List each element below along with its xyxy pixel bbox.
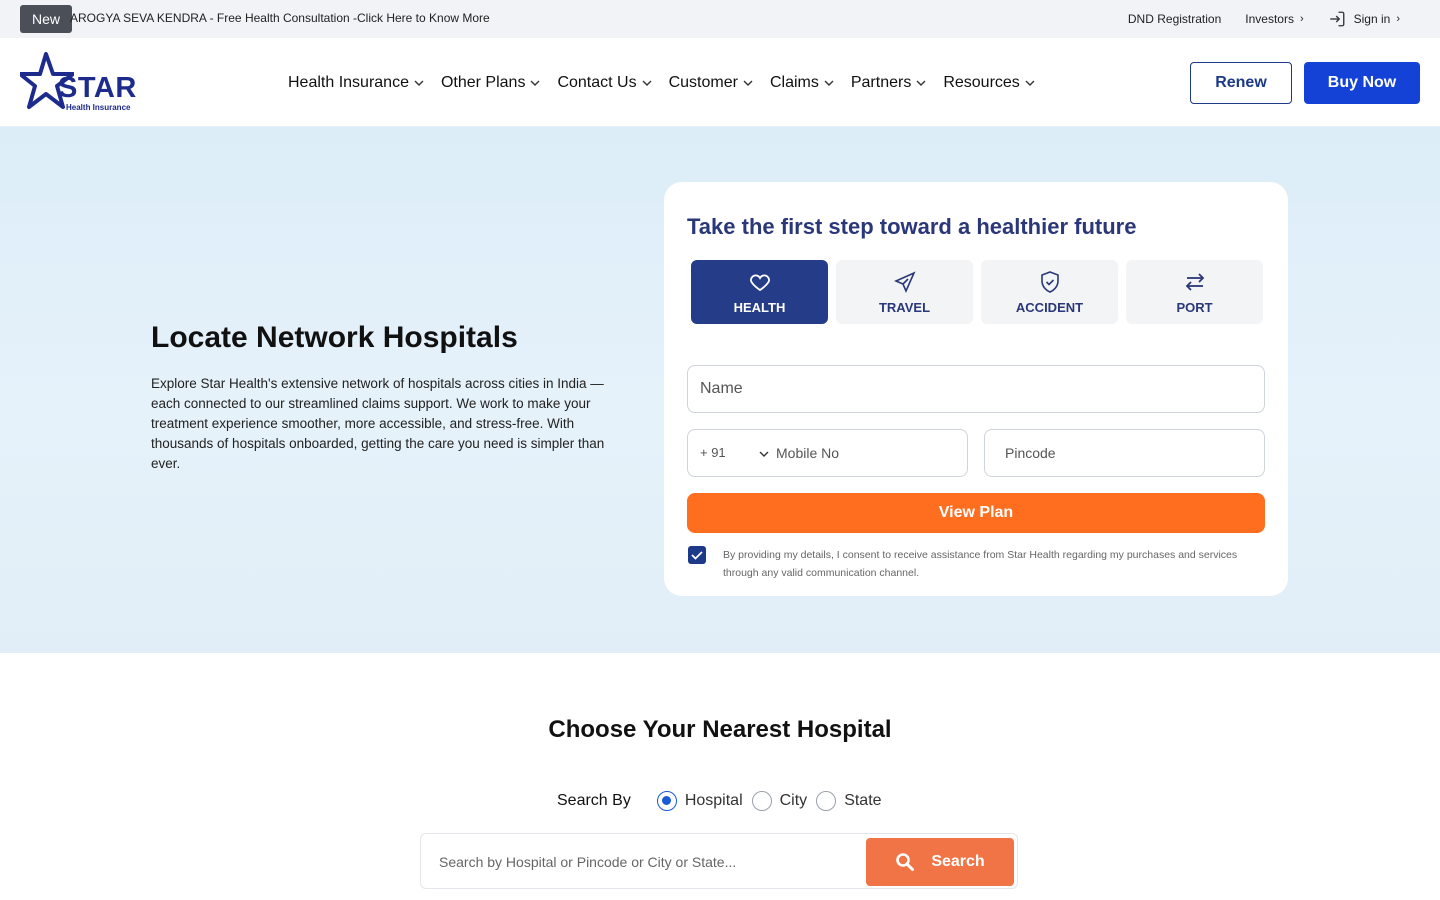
announcement-link[interactable]: AROGYA SEVA KENDRA - Free Health Consult…: [70, 11, 490, 25]
chevron-down-icon: [414, 80, 424, 86]
search-button-label: Search: [931, 853, 985, 870]
consent-checkbox[interactable]: [688, 546, 706, 564]
nav-label: Health Insurance: [288, 73, 409, 91]
search-by-group: Search By Hospital City State: [557, 791, 891, 811]
hero-description: Explore Star Health's extensive network …: [151, 376, 605, 471]
dnd-registration-link[interactable]: DND Registration: [1128, 12, 1221, 26]
tab-label: PORT: [1176, 299, 1213, 315]
investors-label: Investors: [1245, 12, 1294, 26]
nav-label: Contact Us: [557, 73, 637, 91]
chevron-down-icon: [824, 80, 834, 86]
tab-port[interactable]: PORT: [1126, 260, 1263, 324]
tab-accident[interactable]: ACCIDENT: [981, 260, 1118, 324]
checkmark-icon: [691, 551, 703, 560]
tab-label: HEALTH: [733, 299, 786, 315]
section-title: Choose Your Nearest Hospital: [548, 716, 892, 743]
country-code-select[interactable]: + 91: [700, 445, 726, 460]
hospital-search-input[interactable]: [429, 842, 859, 882]
nav-label: Claims: [769, 73, 819, 91]
form-title: Take the first step toward a healthier f…: [687, 214, 1137, 239]
sign-in-label: Sign in: [1353, 12, 1391, 26]
top-links: DND Registration Investors › Sign in ›: [1104, 0, 1400, 38]
chevron-down-icon: [916, 80, 926, 86]
radio-state[interactable]: State: [816, 791, 882, 811]
search-by-label: Search By: [557, 792, 631, 809]
name-input[interactable]: [687, 365, 1265, 413]
nav-resources[interactable]: Resources: [943, 73, 1035, 92]
renew-button[interactable]: Renew: [1190, 62, 1292, 104]
chevron-down-icon: [642, 80, 652, 86]
shield-icon: [1040, 270, 1059, 293]
tab-label: TRAVEL: [878, 299, 931, 315]
star-health-logo[interactable]: STAR Health Insurance: [20, 52, 144, 114]
logo-subtitle: Health Insurance: [66, 103, 131, 112]
nav-label: Customer: [668, 73, 738, 91]
chevron-down-icon[interactable]: [758, 448, 770, 460]
announcement-bar: New AROGYA SEVA KENDRA - Free Health Con…: [0, 0, 1440, 38]
nav-label: Other Plans: [440, 73, 526, 91]
investors-link[interactable]: Investors ›: [1245, 12, 1303, 26]
nav-contact-us[interactable]: Contact Us: [557, 73, 652, 92]
nav-customer[interactable]: Customer: [669, 74, 753, 92]
swap-arrows-icon: [1185, 272, 1204, 291]
chevron-right-icon: ›: [1396, 13, 1400, 25]
radio-button[interactable]: [816, 791, 837, 811]
quote-form-card: Take the first step toward a healthier f…: [664, 182, 1288, 596]
radio-button[interactable]: [656, 791, 677, 811]
plan-type-tabs: HEALTH TRAVEL ACCIDENT PORT: [691, 260, 1271, 324]
search-icon: [896, 853, 915, 871]
mobile-field: + 91: [687, 429, 968, 477]
main-nav: Health Insurance Other Plans Contact Us …: [288, 38, 1052, 127]
radio-label: City: [779, 792, 808, 809]
logo-wordmark: STAR: [58, 72, 137, 104]
page-title: Locate Network Hospitals: [151, 321, 518, 354]
nav-other-plans[interactable]: Other Plans: [441, 74, 540, 92]
view-plan-button[interactable]: View Plan: [687, 493, 1265, 533]
radio-hospital[interactable]: Hospital: [656, 791, 743, 811]
sign-in-link[interactable]: Sign in ›: [1328, 10, 1400, 28]
nav-claims[interactable]: Claims: [770, 74, 834, 92]
hero-section: Locate Network Hospitals Explore Star He…: [0, 127, 1440, 653]
chevron-down-icon: [530, 80, 540, 86]
radio-label: State: [844, 792, 882, 809]
nav-health-insurance[interactable]: Health Insurance: [288, 74, 424, 92]
radio-button[interactable]: [751, 791, 772, 811]
mobile-input[interactable]: [776, 436, 956, 470]
pincode-input[interactable]: [984, 429, 1265, 477]
radio-city[interactable]: City: [751, 791, 808, 811]
dnd-registration-label: DND Registration: [1127, 12, 1222, 26]
main-header: STAR Health Insurance Health Insurance O…: [0, 38, 1440, 127]
sign-in-icon: [1329, 11, 1345, 27]
chevron-down-icon: [743, 80, 753, 86]
nav-partners[interactable]: Partners: [851, 74, 926, 92]
radio-label: Hospital: [684, 792, 743, 809]
tab-travel[interactable]: TRAVEL: [836, 260, 973, 324]
nav-label: Resources: [943, 73, 1020, 91]
search-button[interactable]: Search: [866, 838, 1014, 886]
tab-label: ACCIDENT: [1015, 299, 1084, 315]
new-badge: New: [20, 5, 73, 33]
nav-label: Partners: [850, 73, 912, 91]
hospital-search-bar: Search: [420, 833, 1018, 889]
plane-icon: [893, 270, 916, 293]
buy-now-button[interactable]: Buy Now: [1304, 62, 1420, 104]
chevron-right-icon: ›: [1299, 13, 1304, 25]
consent-text: By providing my details, I consent to re…: [723, 549, 1238, 579]
chevron-down-icon: [1025, 80, 1035, 86]
tab-health[interactable]: HEALTH: [691, 260, 828, 324]
heart-icon: [749, 274, 770, 291]
